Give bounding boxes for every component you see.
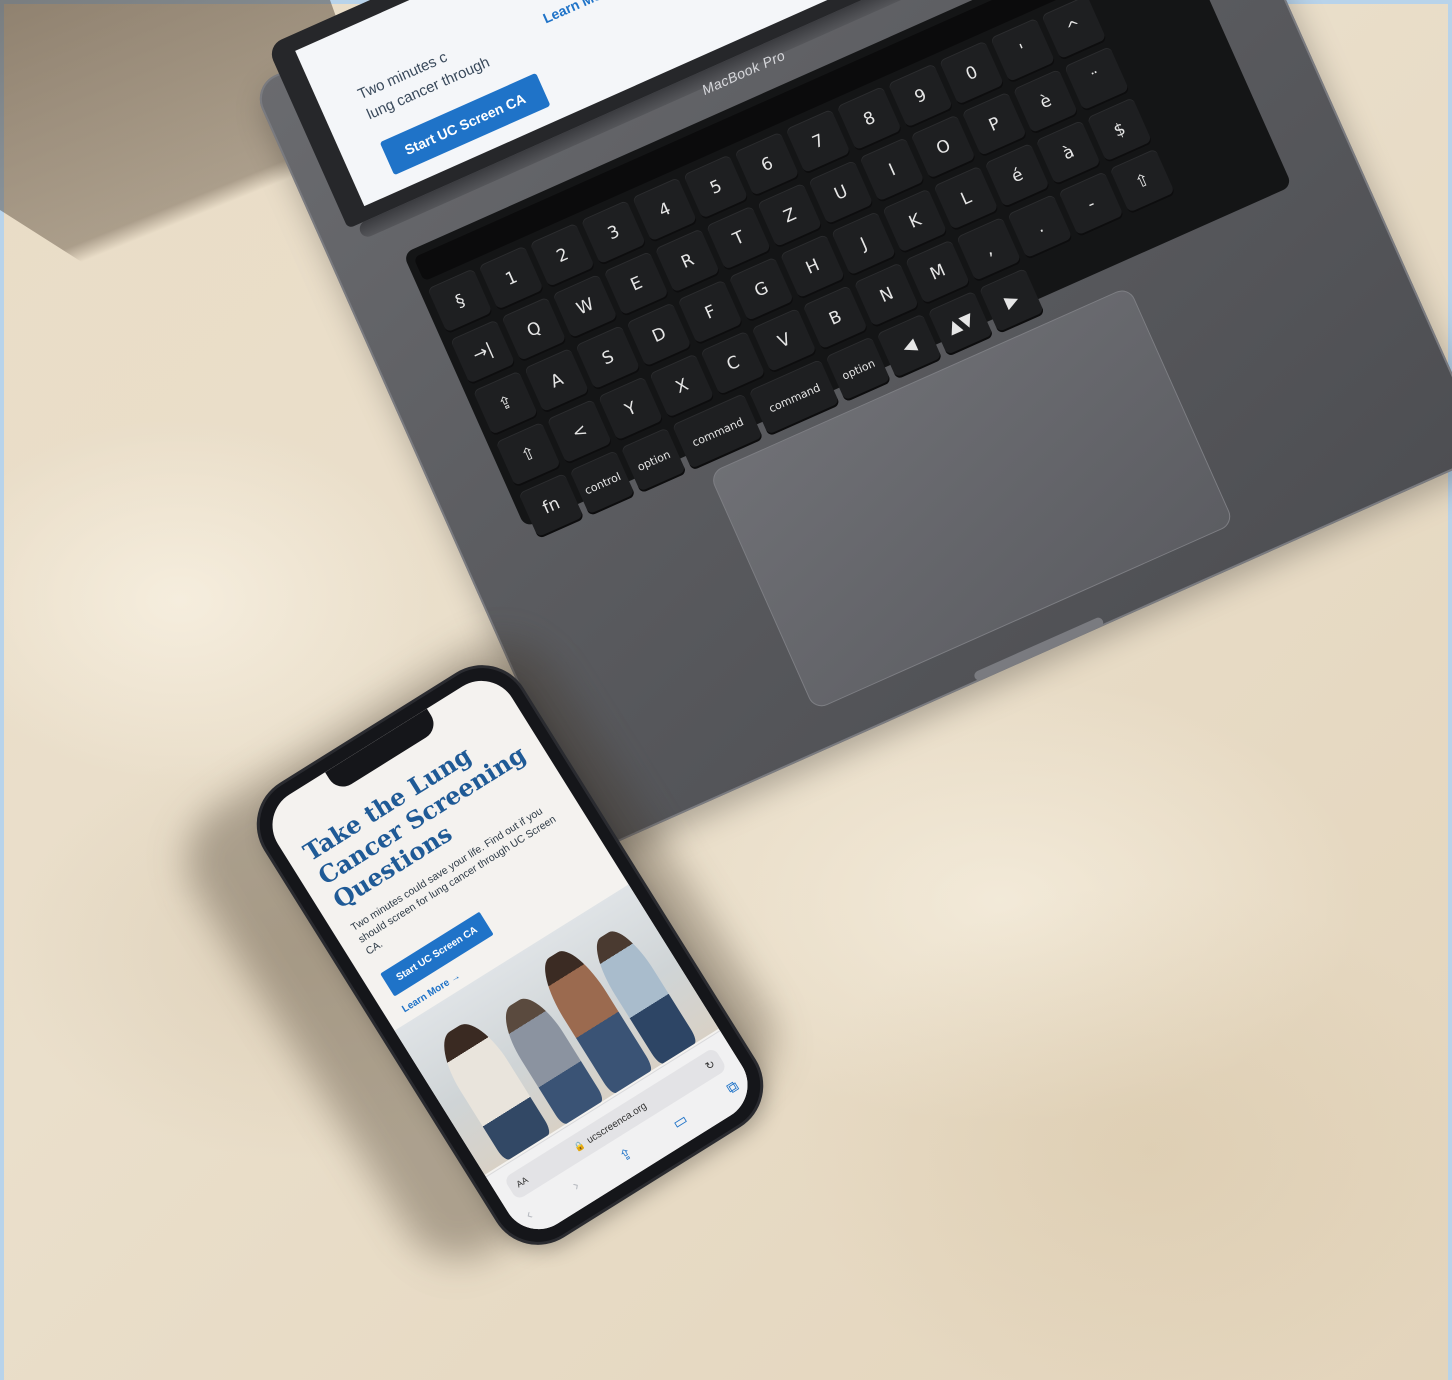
lock-icon: 🔒 [571, 1138, 587, 1154]
back-icon[interactable]: ‹ [522, 1206, 536, 1224]
reload-icon[interactable]: ↻ [703, 1057, 717, 1073]
forward-icon[interactable]: › [569, 1177, 583, 1195]
laptop-learn-more-link[interactable]: Learn Mo [540, 0, 603, 26]
frame-border-right [1448, 0, 1452, 1380]
key[interactable]: ▶ [978, 267, 1045, 334]
share-icon[interactable]: ⇪ [616, 1144, 637, 1166]
photo-scene: Two minutes c lung cancer through Start … [0, 0, 1452, 1380]
reader-aa-button[interactable]: AA [514, 1175, 529, 1190]
bookmarks-icon[interactable]: ▭ [669, 1110, 691, 1133]
tabs-icon[interactable]: ⧉ [724, 1078, 743, 1099]
